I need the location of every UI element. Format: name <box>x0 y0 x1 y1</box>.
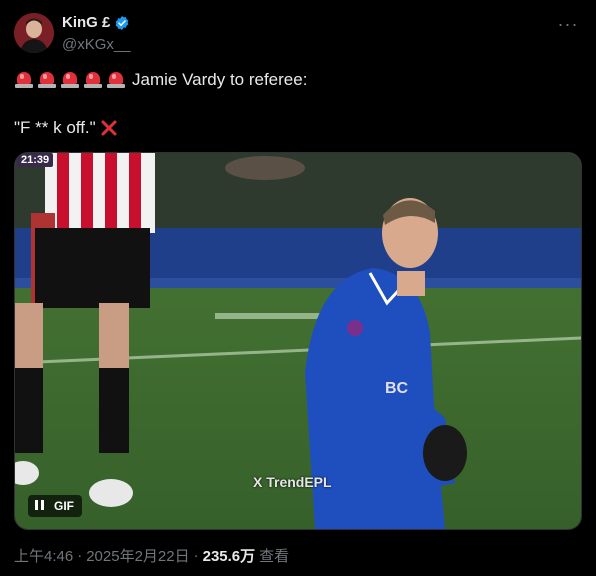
video-timestamp: 21:39 <box>17 153 54 167</box>
author-handle[interactable]: @xKGx__ <box>62 36 131 53</box>
views-label: 查看 <box>259 548 290 565</box>
pause-button[interactable] <box>28 495 50 517</box>
tweet: KinG £ @xKGx__ ··· Jamie Vardy to refere… <box>0 0 596 576</box>
avatar-image <box>14 13 54 53</box>
tweet-line-1: Jamie Vardy to referee: <box>14 68 580 92</box>
police-light-emojis <box>14 70 126 90</box>
police-light-icon <box>106 70 126 90</box>
more-horizontal-icon: ··· <box>557 13 579 34</box>
gif-frame-image: BC <box>15 153 581 529</box>
tweet-line-2-text: "F ** k off." <box>14 118 96 137</box>
tweet-line-1-text: Jamie Vardy to referee: <box>132 70 308 89</box>
svg-text:BC: BC <box>385 380 409 397</box>
tweet-time[interactable]: 上午4:46 <box>14 545 73 566</box>
video-watermark: X TrendEPL <box>253 474 332 490</box>
gif-controls: GIF <box>28 495 82 517</box>
meta-separator: · <box>77 547 83 564</box>
police-light-icon <box>37 70 57 90</box>
gif-media[interactable]: BC 21:39 X TrendEPL GIF <box>14 152 582 530</box>
police-light-icon <box>83 70 103 90</box>
pause-icon <box>33 497 45 515</box>
views-count: 235.6万 <box>202 548 256 565</box>
tweet-date[interactable]: 2025年2月22日 <box>86 545 189 566</box>
police-light-icon <box>14 70 34 90</box>
verified-badge-icon <box>114 15 130 31</box>
tweet-meta: 上午4:46 · 2025年2月22日 · 235.6万 查看 <box>14 545 289 566</box>
author-name-row: KinG £ <box>62 14 130 31</box>
police-light-icon <box>60 70 80 90</box>
author-avatar[interactable] <box>14 13 54 53</box>
author-display-name[interactable]: KinG £ <box>62 14 110 31</box>
more-options-button[interactable]: ··· <box>556 12 580 36</box>
gif-badge: GIF <box>54 499 74 513</box>
tweet-line-2: "F ** k off." <box>14 116 580 140</box>
tweet-text: Jamie Vardy to referee: "F ** k off." <box>14 68 580 140</box>
meta-separator: · <box>193 547 199 564</box>
cross-mark-icon <box>100 119 118 137</box>
